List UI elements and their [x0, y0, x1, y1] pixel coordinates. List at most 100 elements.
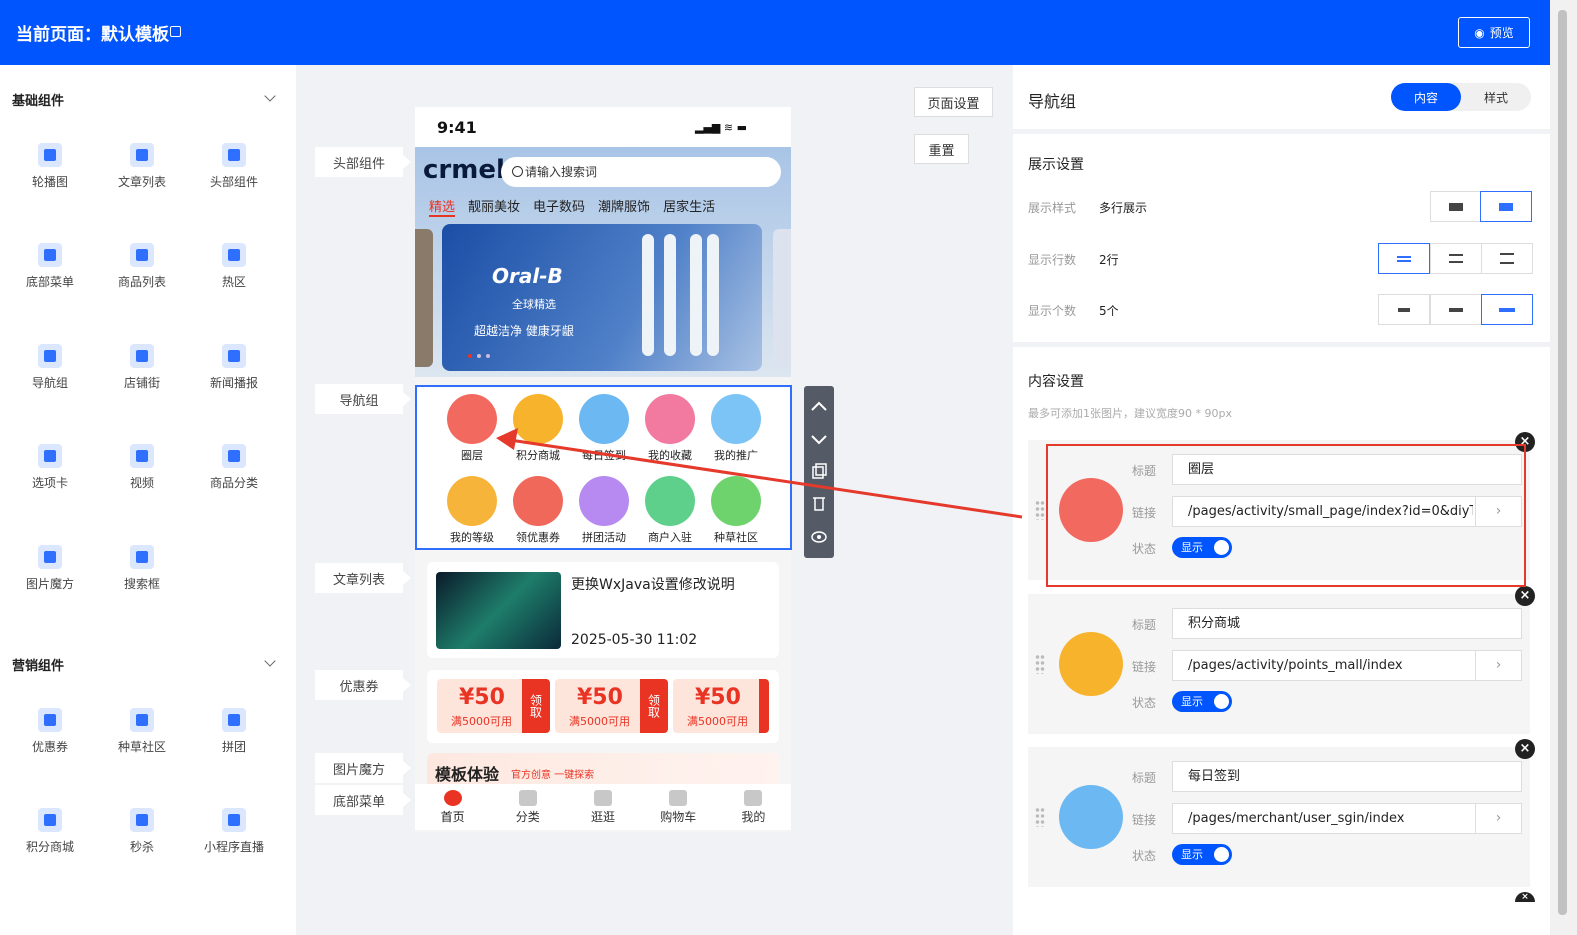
article-list-component[interactable]: 更换WxJava设置修改说明 2025-05-30 11:02	[427, 562, 779, 658]
chevron-down-icon[interactable]	[264, 90, 276, 102]
coupon-card[interactable]: ¥50 满5000可用 领取	[437, 679, 550, 733]
delete-icon[interactable]	[811, 496, 827, 512]
rows-4-button[interactable]	[1481, 243, 1533, 274]
tab-content[interactable]: 内容	[1391, 83, 1461, 111]
claim-button[interactable]: 领取	[640, 679, 668, 733]
nav-item[interactable]: 我的收藏	[639, 394, 701, 463]
copy-icon[interactable]	[811, 464, 827, 480]
comp-image-cube[interactable]: 图片魔方	[10, 545, 90, 592]
tab-style[interactable]: 样式	[1461, 83, 1531, 111]
comp-search-box[interactable]: 搜索框	[102, 545, 182, 592]
comp-points-mall[interactable]: 积分商城	[10, 808, 90, 855]
menu-cart[interactable]: 购物车	[641, 784, 716, 830]
coupon-component[interactable]: ¥50 满5000可用 领取 ¥50 满5000可用 领取 ¥50 满5000可…	[427, 670, 779, 743]
drag-handle-icon[interactable]	[1035, 654, 1045, 674]
tab-featured[interactable]: 精选	[429, 196, 456, 217]
comp-category[interactable]: 商品分类	[194, 444, 274, 491]
comp-carousel[interactable]: 轮播图	[10, 143, 90, 190]
coupon-card[interactable]: ¥50 满5000可用 领取	[673, 679, 769, 733]
move-up-icon[interactable]	[811, 399, 827, 415]
chevron-right-icon[interactable]: ›	[1475, 804, 1521, 833]
rows-2-button[interactable]	[1378, 243, 1430, 274]
search-input[interactable]: 请输入搜索词	[501, 157, 781, 187]
comp-hotspot[interactable]: 热区	[194, 243, 274, 290]
tab-home[interactable]: 居家生活	[663, 196, 715, 217]
comp-store-street[interactable]: 店铺街	[102, 344, 182, 391]
comp-community[interactable]: 种草社区	[102, 708, 182, 755]
comp-header[interactable]: 头部组件	[194, 143, 274, 190]
count-3-button[interactable]	[1378, 294, 1430, 325]
close-icon[interactable]: ×	[1515, 739, 1535, 759]
nav-item[interactable]: 种草社区	[705, 476, 767, 545]
comp-bottom-menu[interactable]: 底部菜单	[10, 243, 90, 290]
comp-article-list[interactable]: 文章列表	[102, 143, 182, 190]
claim-button[interactable]: 领取	[759, 679, 769, 733]
scrollbar-thumb[interactable]	[1558, 10, 1567, 915]
item-image[interactable]	[1059, 785, 1123, 849]
comp-nav-group[interactable]: 导航组	[10, 344, 90, 391]
status-toggle[interactable]: 显示	[1172, 691, 1232, 712]
nav-item[interactable]: 我的等级	[441, 476, 503, 545]
row-value: 5个	[1099, 304, 1119, 318]
coupon-card[interactable]: ¥50 满5000可用 领取	[555, 679, 668, 733]
title-input[interactable]: 积分商城	[1172, 608, 1522, 639]
header-component[interactable]: crmeb 请输入搜索词 精选 靓丽美妆 电子数码 潮牌服饰 居家生活 Oral…	[415, 147, 791, 377]
comp-group-buy[interactable]: 拼团	[194, 708, 274, 755]
comp-flash-sale[interactable]: 秒杀	[102, 808, 182, 855]
tab-fashion[interactable]: 潮牌服饰	[598, 196, 650, 217]
banner-carousel[interactable]: Oral-B 全球精选 超越洁净 健康牙龈	[442, 224, 762, 371]
preview-button[interactable]: ◉ 预览	[1458, 17, 1530, 48]
label-header-component[interactable]: 头部组件	[315, 147, 411, 177]
menu-mine[interactable]: 我的	[716, 784, 791, 830]
title-input[interactable]: 每日签到	[1172, 761, 1522, 792]
nav-item[interactable]: 每日签到	[573, 394, 635, 463]
tab-digital[interactable]: 电子数码	[533, 196, 585, 217]
comp-tabs[interactable]: 选项卡	[10, 444, 90, 491]
link-input[interactable]: /pages/merchant/user_sgin/index ›	[1172, 803, 1522, 834]
nav-item[interactable]: 商户入驻	[639, 476, 701, 545]
edit-icon[interactable]	[170, 26, 181, 37]
close-icon[interactable]: ×	[1515, 586, 1535, 606]
label-coupon[interactable]: 优惠券	[315, 670, 411, 700]
status-toggle[interactable]: 显示	[1172, 844, 1232, 865]
chevron-down-icon[interactable]	[264, 655, 276, 667]
page-settings-button[interactable]: 页面设置	[914, 87, 993, 117]
comp-live[interactable]: 小程序直播	[194, 808, 274, 855]
nav-item[interactable]: 拼团活动	[573, 476, 635, 545]
rows-3-button[interactable]	[1430, 243, 1482, 274]
label-image-cube[interactable]: 图片魔方	[315, 753, 411, 783]
label-article-list[interactable]: 文章列表	[315, 563, 411, 593]
nav-item[interactable]: 我的推广	[705, 394, 767, 463]
menu-home[interactable]: 首页	[415, 784, 490, 830]
nav-item[interactable]: 圈层	[441, 394, 503, 463]
page-scrollbar[interactable]	[1550, 0, 1577, 935]
lightning-icon	[130, 808, 154, 832]
comp-coupon[interactable]: 优惠券	[10, 708, 90, 755]
claim-button[interactable]: 领取	[522, 679, 550, 733]
item-image[interactable]	[1059, 632, 1123, 696]
drag-handle-icon[interactable]	[1035, 807, 1045, 827]
nav-item[interactable]: 领优惠券	[507, 476, 569, 545]
menu-icon	[38, 243, 62, 267]
count-4-button[interactable]	[1430, 294, 1482, 325]
label-bottom-menu[interactable]: 底部菜单	[315, 785, 411, 815]
count-5-button[interactable]	[1481, 294, 1533, 325]
menu-explore[interactable]: 逛逛	[565, 784, 640, 830]
nav-item[interactable]: 积分商城	[507, 394, 569, 463]
chevron-right-icon[interactable]: ›	[1475, 651, 1521, 680]
comp-video[interactable]: 视频	[102, 444, 182, 491]
link-input[interactable]: /pages/activity/points_mall/index ›	[1172, 650, 1522, 681]
tab-beauty[interactable]: 靓丽美妆	[468, 196, 520, 217]
comp-product-list[interactable]: 商品列表	[102, 243, 182, 290]
move-down-icon[interactable]	[811, 432, 827, 448]
bottom-menu-component[interactable]: 首页 分类 逛逛 购物车 我的	[415, 784, 791, 830]
comp-news[interactable]: 新闻播报	[194, 344, 274, 391]
reset-button[interactable]: 重置	[914, 134, 969, 164]
menu-category[interactable]: 分类	[490, 784, 565, 830]
drag-handle-icon[interactable]	[1035, 500, 1045, 520]
style-multi-row-button[interactable]	[1480, 191, 1532, 222]
visibility-icon[interactable]	[811, 529, 827, 545]
label-nav-group[interactable]: 导航组	[315, 384, 411, 414]
nav-group-component[interactable]: 圈层 积分商城 每日签到 我的收藏 我的推广 我的等级 领优惠券 拼团活动 商户…	[415, 385, 792, 550]
style-single-row-button[interactable]	[1430, 191, 1482, 222]
